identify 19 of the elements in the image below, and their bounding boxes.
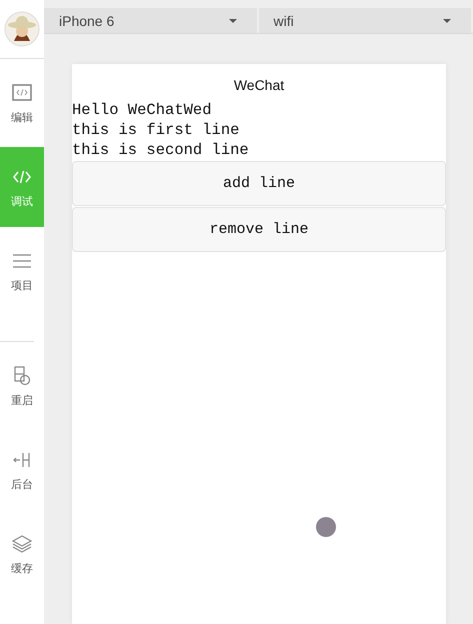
sidebar-item[interactable]: 后台: [0, 430, 44, 510]
caret-icon: [228, 18, 236, 22]
action-button[interactable]: remove line: [72, 207, 446, 252]
sidebar-item[interactable]: 重启: [0, 346, 44, 426]
code-box-icon: [11, 82, 33, 104]
sidebar-item[interactable]: 项目: [0, 231, 44, 311]
network-dropdown[interactable]: wifi: [258, 8, 473, 33]
page-title: WeChat: [232, 76, 286, 95]
touch-pointer-icon: [316, 517, 336, 537]
avatar[interactable]: [4, 11, 40, 47]
sidebar-item[interactable]: 缓存: [0, 514, 44, 594]
sidebar-item[interactable]: 编辑: [0, 63, 44, 143]
layers-icon: [11, 532, 33, 554]
text-line: this is first line: [72, 120, 240, 140]
device-dropdown[interactable]: iPhone 6: [44, 8, 258, 33]
text-line: Hello WeChatWed: [72, 100, 213, 120]
text-line: this is second line: [72, 140, 250, 160]
caret-icon: [443, 18, 451, 22]
action-button[interactable]: add line: [72, 161, 446, 206]
